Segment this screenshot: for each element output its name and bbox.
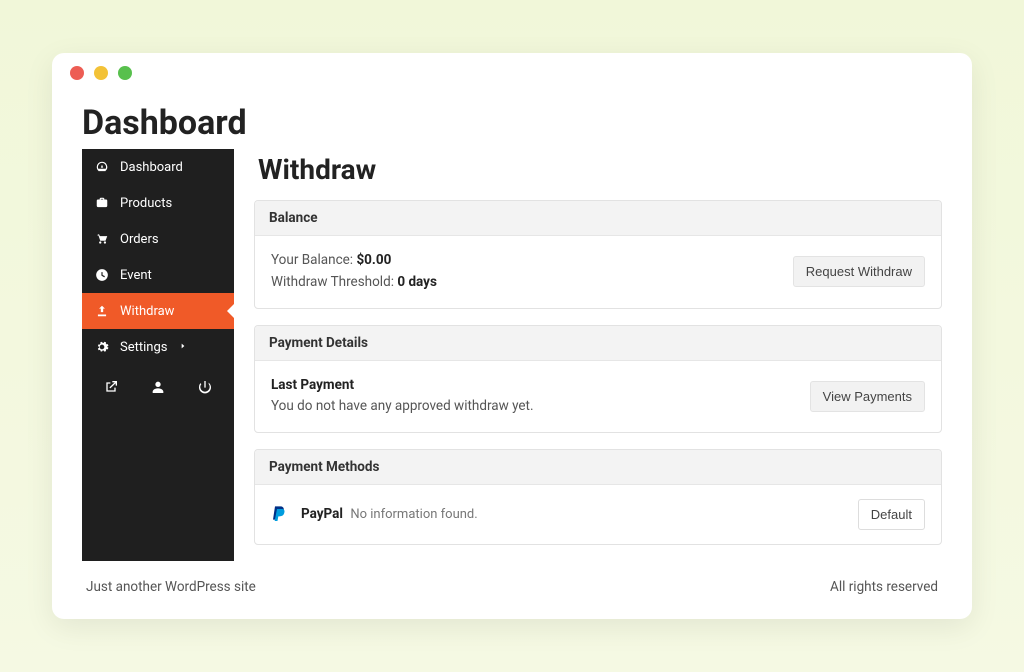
gauge-icon xyxy=(94,159,110,175)
sidebar-item-withdraw[interactable]: Withdraw xyxy=(82,293,234,329)
upload-icon xyxy=(94,303,110,319)
user-icon[interactable] xyxy=(150,379,166,395)
content-area: Dashboard Dashboard Products xyxy=(52,93,972,610)
method-left: PayPal No information found. xyxy=(271,505,478,523)
sidebar-item-dashboard[interactable]: Dashboard xyxy=(82,149,234,185)
sidebar-item-orders[interactable]: Orders xyxy=(82,221,234,257)
sidebar-item-label: Orders xyxy=(120,232,159,247)
balance-header: Balance xyxy=(255,201,941,236)
balance-panel: Balance Your Balance: $0.00 Withdraw Thr… xyxy=(254,200,942,308)
request-withdraw-button[interactable]: Request Withdraw xyxy=(793,256,925,287)
sidebar: Dashboard Products Orders xyxy=(82,149,234,560)
method-text: PayPal No information found. xyxy=(301,506,478,522)
payment-details-panel: Payment Details Last Payment You do not … xyxy=(254,325,942,433)
sidebar-item-label: Products xyxy=(120,196,172,211)
sidebar-item-settings[interactable]: Settings xyxy=(82,329,234,365)
sidebar-item-event[interactable]: Event xyxy=(82,257,234,293)
external-link-icon[interactable] xyxy=(103,379,119,395)
balance-body: Your Balance: $0.00 Withdraw Threshold: … xyxy=(255,236,941,307)
sidebar-item-label: Settings xyxy=(120,340,167,355)
method-name: PayPal xyxy=(301,506,343,522)
briefcase-icon xyxy=(94,195,110,211)
layout: Dashboard Products Orders xyxy=(82,149,942,560)
cart-icon xyxy=(94,231,110,247)
sidebar-item-products[interactable]: Products xyxy=(82,185,234,221)
clock-icon xyxy=(94,267,110,283)
window-maximize-icon[interactable] xyxy=(118,66,132,80)
balance-text: Your Balance: $0.00 Withdraw Threshold: … xyxy=(271,250,437,293)
last-payment-empty: You do not have any approved withdraw ye… xyxy=(271,398,534,414)
method-info: No information found. xyxy=(350,507,477,522)
footer-left: Just another WordPress site xyxy=(86,579,256,595)
main-title: Withdraw xyxy=(254,153,942,200)
page-title: Dashboard xyxy=(82,93,942,149)
sidebar-item-label: Dashboard xyxy=(120,160,183,175)
payment-details-text: Last Payment You do not have any approve… xyxy=(271,375,534,418)
power-icon[interactable] xyxy=(197,379,213,395)
sidebar-item-label: Event xyxy=(120,268,152,283)
footer: Just another WordPress site All rights r… xyxy=(82,561,942,601)
chevron-right-icon xyxy=(179,340,187,355)
threshold-value: 0 days xyxy=(397,274,437,290)
sidebar-spacer xyxy=(82,409,234,560)
last-payment-label: Last Payment xyxy=(271,377,354,393)
paypal-icon xyxy=(271,505,287,523)
gear-icon xyxy=(94,339,110,355)
payment-details-header: Payment Details xyxy=(255,326,941,361)
payment-methods-panel: Payment Methods PayPal No information fo… xyxy=(254,449,942,545)
footer-right: All rights reserved xyxy=(830,579,938,595)
your-balance-value: $0.00 xyxy=(356,252,391,268)
view-payments-button[interactable]: View Payments xyxy=(810,381,925,412)
payment-method-row: PayPal No information found. Default xyxy=(255,485,941,544)
sidebar-bottom-icons xyxy=(82,365,234,409)
window-minimize-icon[interactable] xyxy=(94,66,108,80)
default-button[interactable]: Default xyxy=(858,499,925,530)
threshold-label: Withdraw Threshold: xyxy=(271,274,394,290)
main-content: Withdraw Balance Your Balance: $0.00 Wit… xyxy=(254,149,942,560)
window-titlebar xyxy=(52,53,972,93)
your-balance-label: Your Balance: xyxy=(271,252,353,268)
payment-methods-header: Payment Methods xyxy=(255,450,941,485)
payment-details-body: Last Payment You do not have any approve… xyxy=(255,361,941,432)
window-close-icon[interactable] xyxy=(70,66,84,80)
app-window: Dashboard Dashboard Products xyxy=(52,53,972,618)
sidebar-item-label: Withdraw xyxy=(120,304,174,319)
